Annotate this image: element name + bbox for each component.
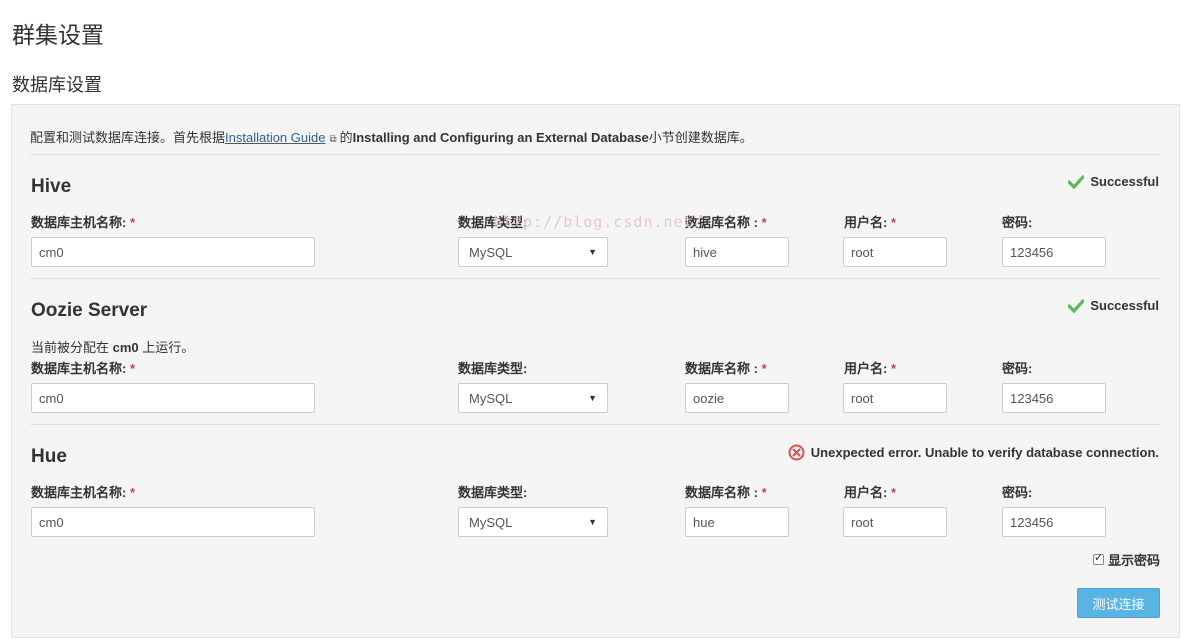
- dbname-input-hue[interactable]: [685, 507, 789, 537]
- status-text: Successful: [1090, 298, 1159, 313]
- section-title: 数据库设置: [12, 75, 102, 96]
- show-password-label: 显示密码: [1107, 553, 1160, 568]
- password-input-hue[interactable]: [1002, 507, 1106, 537]
- password-input-hive[interactable]: [1002, 237, 1106, 267]
- oozie-host-note: 当前被分配在 cm0 上运行。: [31, 340, 195, 355]
- database-settings-panel: 配置和测试数据库连接。首先根据Installation Guide ⧉ 的Insta…: [11, 104, 1180, 638]
- password-label: 密码:: [1002, 215, 1033, 230]
- user-input-oozie[interactable]: [843, 383, 947, 413]
- chevron-down-icon: ▼: [588, 247, 597, 257]
- type-label: 数据库类型:: [458, 361, 528, 376]
- check-icon: [1068, 174, 1085, 189]
- host-label: 数据库主机名称: *: [31, 215, 136, 230]
- dbname-input-oozie[interactable]: [685, 383, 789, 413]
- show-password-toggle[interactable]: 显示密码: [1092, 550, 1160, 569]
- chevron-down-icon: ▼: [588, 517, 597, 527]
- dbname-label: 数据库名称 : *: [685, 361, 767, 376]
- intro-text: 配置和测试数据库连接。首先根据Installation Guide ⧉ 的Insta…: [30, 127, 753, 146]
- test-connection-button[interactable]: 测试连接: [1077, 588, 1160, 618]
- status-text: Successful: [1090, 174, 1159, 189]
- host-input-hive[interactable]: [31, 237, 315, 267]
- db-type-select-hue[interactable]: MySQL ▼: [458, 507, 608, 537]
- service-name-hue: Hue: [31, 446, 67, 467]
- error-icon: [788, 444, 805, 461]
- installation-guide-link[interactable]: Installation Guide: [225, 130, 325, 145]
- status-hue: Unexpected error. Unable to verify datab…: [788, 444, 1159, 461]
- intro-suffix: 小节创建数据库。: [648, 130, 753, 145]
- intro-bold: Installing and Configuring an External D…: [352, 130, 649, 145]
- status-text: Unexpected error. Unable to verify datab…: [810, 445, 1159, 460]
- watermark: http://blog.csdn.net/: [493, 213, 704, 231]
- password-input-oozie[interactable]: [1002, 383, 1106, 413]
- db-type-select-hive[interactable]: MySQL ▼: [458, 237, 608, 267]
- host-input-oozie[interactable]: [31, 383, 315, 413]
- host-label: 数据库主机名称: *: [31, 485, 136, 500]
- user-label: 用户名: *: [844, 485, 897, 500]
- divider: [30, 154, 1161, 155]
- divider: [30, 424, 1161, 425]
- type-label: 数据库类型:: [458, 485, 528, 500]
- intro-prefix: 配置和测试数据库连接。首先根据: [30, 130, 226, 145]
- chevron-down-icon: ▼: [588, 393, 597, 403]
- dbname-input-hive[interactable]: [685, 237, 789, 267]
- external-link-icon: ⧉: [329, 134, 337, 145]
- host-label: 数据库主机名称: *: [31, 361, 136, 376]
- divider: [30, 278, 1161, 279]
- dbname-label: 数据库名称 : *: [685, 485, 767, 500]
- service-name-hive: Hive: [31, 176, 72, 197]
- user-label: 用户名: *: [844, 215, 897, 230]
- user-label: 用户名: *: [844, 361, 897, 376]
- password-label: 密码:: [1002, 485, 1033, 500]
- check-icon: [1068, 298, 1085, 313]
- page-title: 群集设置: [12, 23, 104, 49]
- checkbox[interactable]: [1092, 551, 1104, 565]
- host-input-hue[interactable]: [31, 507, 315, 537]
- password-label: 密码:: [1002, 361, 1033, 376]
- db-type-select-oozie[interactable]: MySQL ▼: [458, 383, 608, 413]
- service-name-oozie: Oozie Server: [31, 300, 148, 321]
- status-hive: Successful: [1068, 174, 1159, 189]
- user-input-hue[interactable]: [843, 507, 947, 537]
- status-oozie: Successful: [1068, 298, 1159, 313]
- intro-middle: 的: [339, 130, 353, 145]
- user-input-hive[interactable]: [843, 237, 947, 267]
